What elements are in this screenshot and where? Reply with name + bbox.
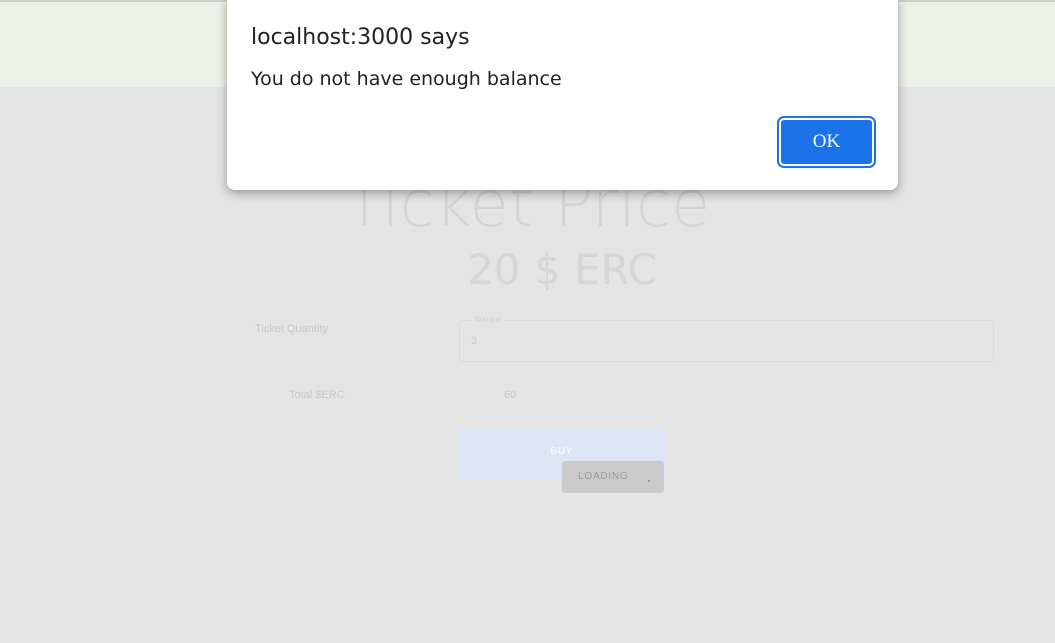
alert-dialog: localhost:3000 says You do not have enou… [227,0,898,190]
ticket-quantity-label: Ticket Quantity [255,323,328,335]
price-value: 20 $ ERC [467,245,657,294]
spinner-icon [648,480,650,482]
quantity-field-label: Number [470,315,507,325]
quantity-field-value: 3 [471,335,478,347]
ticket-quantity-input[interactable]: Number 3 [459,315,994,362]
total-erc-value: 60 [504,389,517,401]
dialog-message: You do not have enough balance [251,68,562,90]
ok-button[interactable]: OK [779,118,874,166]
loading-label: LOADING [578,471,629,482]
total-erc-label: Total $ERC [289,389,345,401]
loading-button: LOADING [562,461,664,493]
dialog-title: localhost:3000 says [251,25,470,50]
